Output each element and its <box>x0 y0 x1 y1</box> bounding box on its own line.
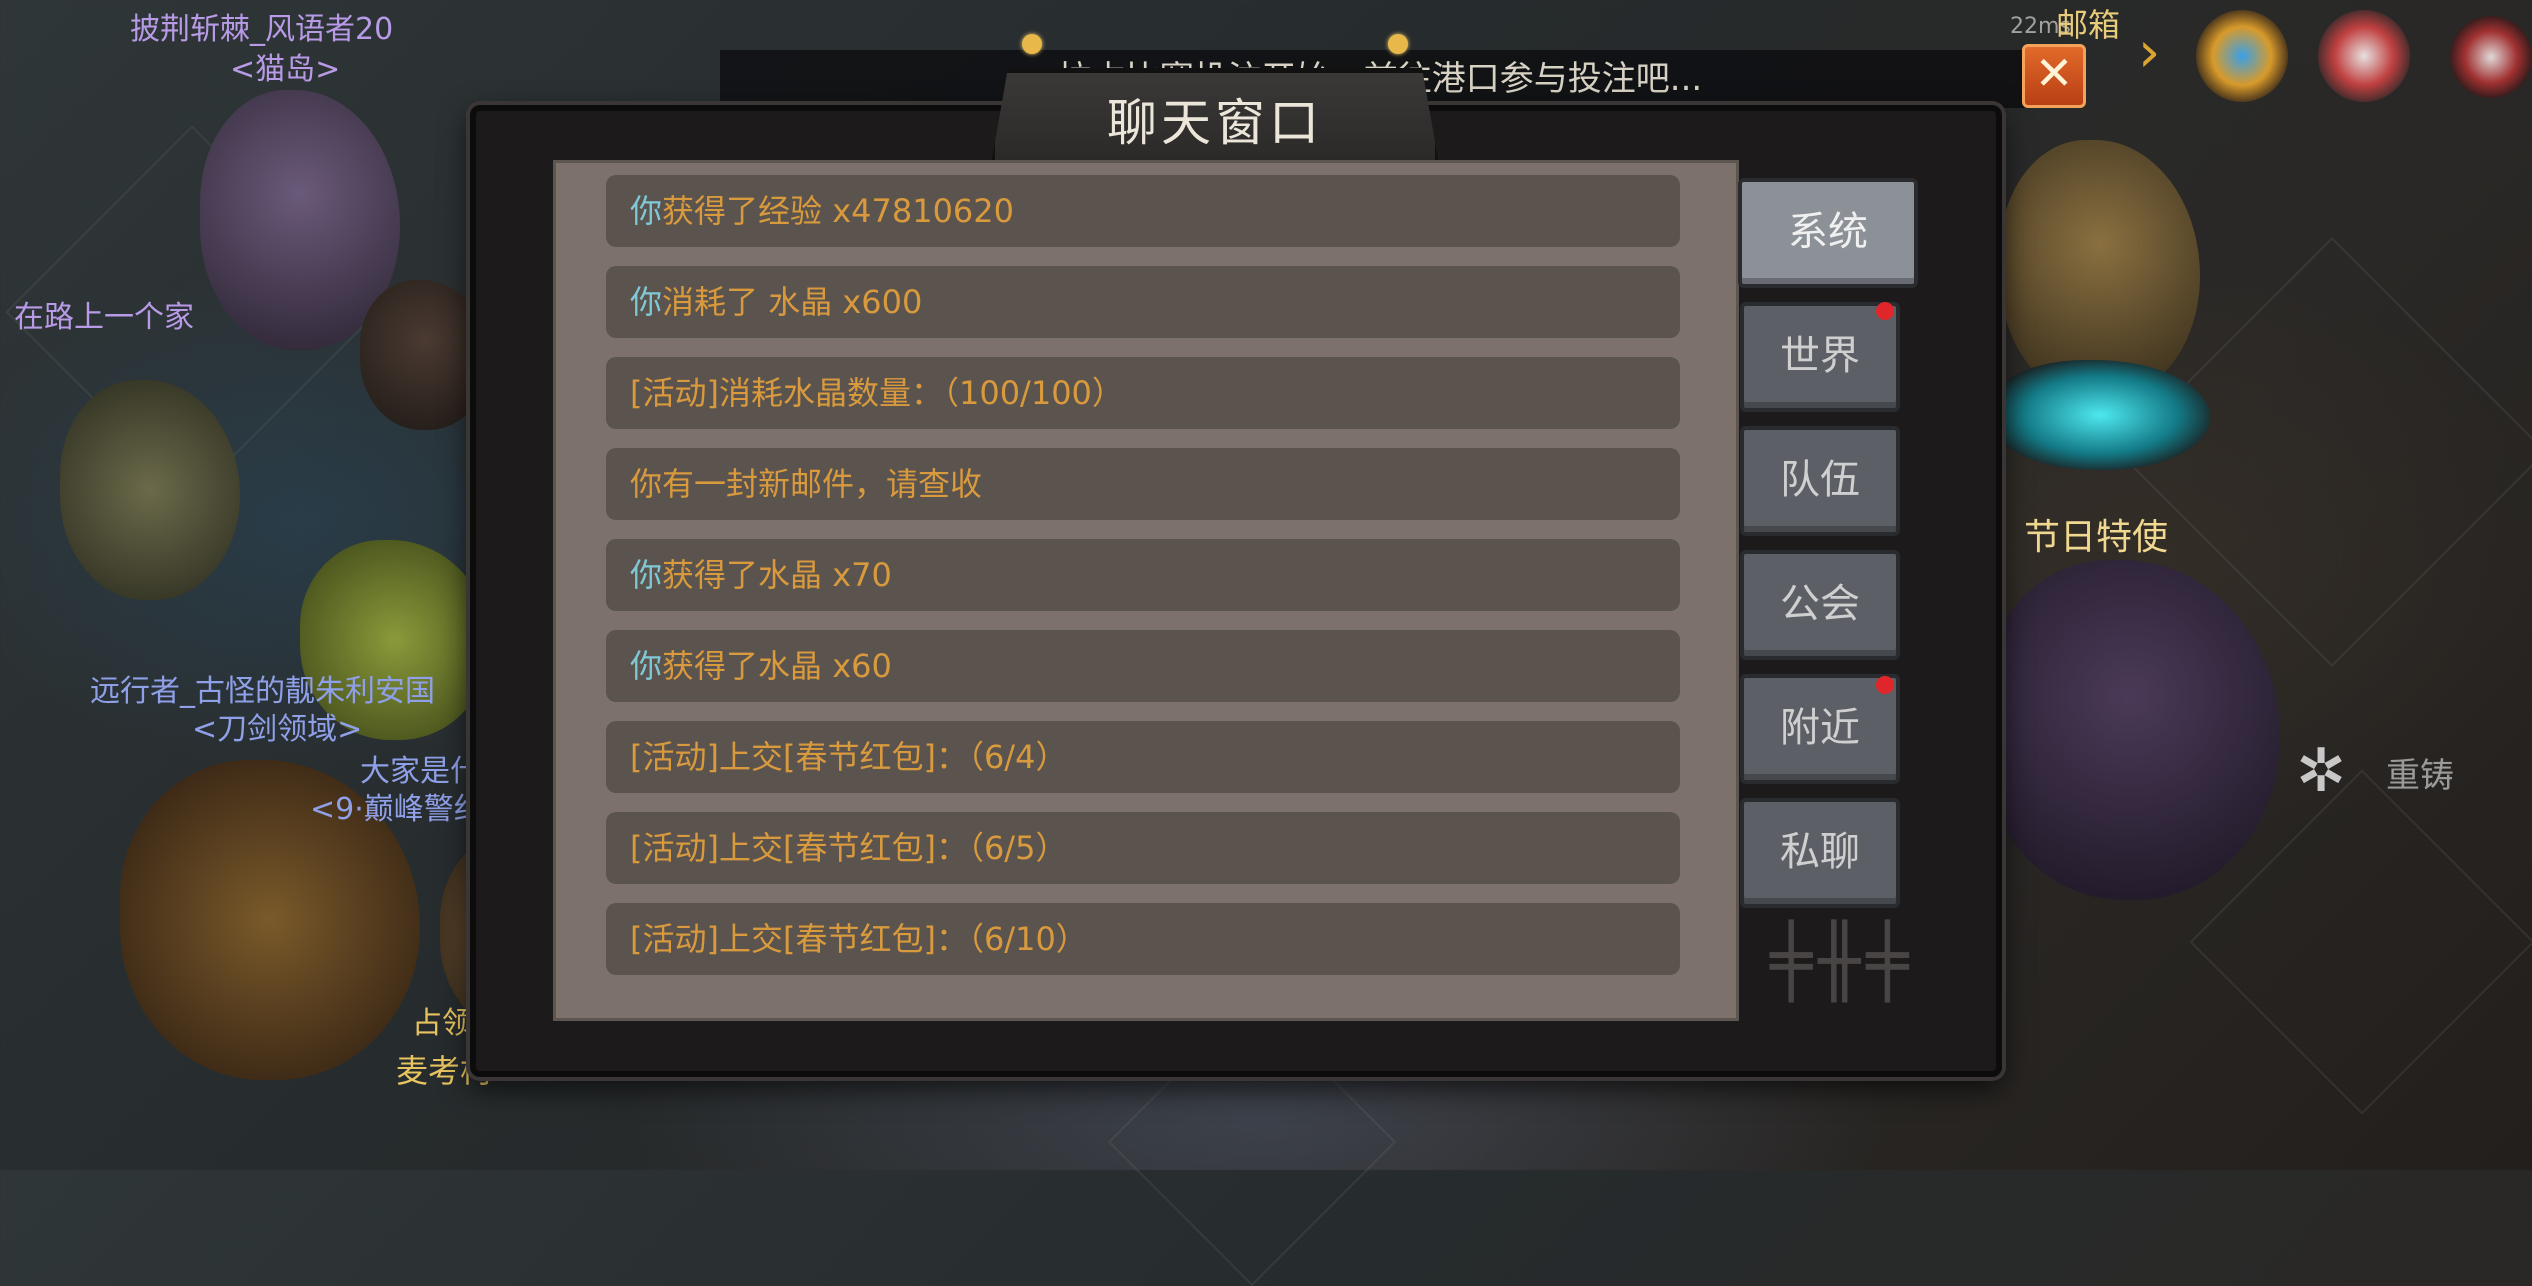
chat-window-title: 聊天窗口 <box>1107 94 1323 152</box>
chat-message[interactable]: 你获得了水晶 x70 <box>606 539 1680 611</box>
recast-icon[interactable]: ✲ <box>2296 736 2346 806</box>
recast-label[interactable]: 重铸 <box>2386 748 2454 797</box>
tab-world[interactable]: 世界 <box>1740 302 1900 412</box>
notification-badge <box>1876 302 1894 320</box>
chat-window-header: 聊天窗口 <box>990 68 1440 170</box>
player-guild: <猫岛> <box>230 52 341 87</box>
message-sender: 你 <box>630 283 663 321</box>
notification-badge <box>1876 676 1894 694</box>
tab-team[interactable]: 队伍 <box>1740 426 1900 536</box>
teleport-portal[interactable] <box>1990 360 2210 470</box>
chat-message[interactable]: [活动]消耗水晶数量：（100/100） <box>606 357 1680 429</box>
message-text: [活动]上交[春节红包]：（6/5） <box>630 829 1068 867</box>
player-guild: <刀剑领域> <box>192 712 363 747</box>
header-ornament <box>1022 34 1042 54</box>
message-text: [活动]上交[春节红包]：（6/4） <box>630 738 1068 776</box>
chat-message[interactable]: [活动]上交[春节红包]：（6/4） <box>606 721 1680 793</box>
tab-guild[interactable]: 公会 <box>1740 550 1900 660</box>
event-calendar-icon[interactable] <box>2318 10 2410 102</box>
chat-message[interactable]: 你消耗了 水晶 x600 <box>606 266 1680 338</box>
player-name[interactable]: 在路上一个家 <box>14 292 194 336</box>
message-text: [活动]消耗水晶数量：（100/100） <box>630 374 1124 412</box>
treasure-crown-icon[interactable] <box>2196 10 2288 102</box>
decorative-fence-icon: ╪╫╪ <box>1770 920 1915 1002</box>
chevron-right-icon[interactable]: › <box>2138 20 2160 85</box>
chat-message[interactable]: 你获得了水晶 x60 <box>606 630 1680 702</box>
message-text: 消耗了 水晶 x600 <box>662 283 923 321</box>
message-text: [活动]上交[春节红包]：（6/10） <box>630 920 1088 958</box>
close-button[interactable]: ✕ <box>2022 44 2086 108</box>
festival-envoy-label[interactable]: 节日特使 <box>2024 508 2168 560</box>
chat-message[interactable]: [活动]上交[春节红包]：（6/10） <box>606 903 1680 975</box>
player-name[interactable]: 占领 <box>412 998 472 1042</box>
message-text: 获得了经验 x47810620 <box>662 192 1015 230</box>
message-sender: 你 <box>630 647 663 685</box>
header-ornament <box>1388 34 1408 54</box>
chat-message[interactable]: 你获得了经验 x47810620 <box>606 175 1680 247</box>
player-name[interactable]: 披荆斩棘_风语者20 <box>130 4 393 48</box>
mailbox-label: 邮箱 <box>2056 6 2121 44</box>
tab-private[interactable]: 私聊 <box>1740 798 1900 908</box>
mailbox-icon[interactable] <box>2450 16 2532 98</box>
tab-system[interactable]: 系统 <box>1738 178 1918 288</box>
player-guild: <9·巅峰警纪 <box>310 792 484 827</box>
chat-message[interactable]: [活动]上交[春节红包]：（6/5） <box>606 812 1680 884</box>
character-sprite[interactable] <box>1980 560 2280 900</box>
message-text: 你有一封新邮件，请查收 <box>630 465 983 503</box>
message-text: 获得了水晶 x70 <box>662 556 892 594</box>
tab-nearby[interactable]: 附近 <box>1740 674 1900 784</box>
message-sender: 你 <box>630 192 663 230</box>
chat-message[interactable]: 你有一封新邮件，请查收 <box>606 448 1680 520</box>
message-sender: 你 <box>630 556 663 594</box>
message-text: 获得了水晶 x60 <box>662 647 892 685</box>
